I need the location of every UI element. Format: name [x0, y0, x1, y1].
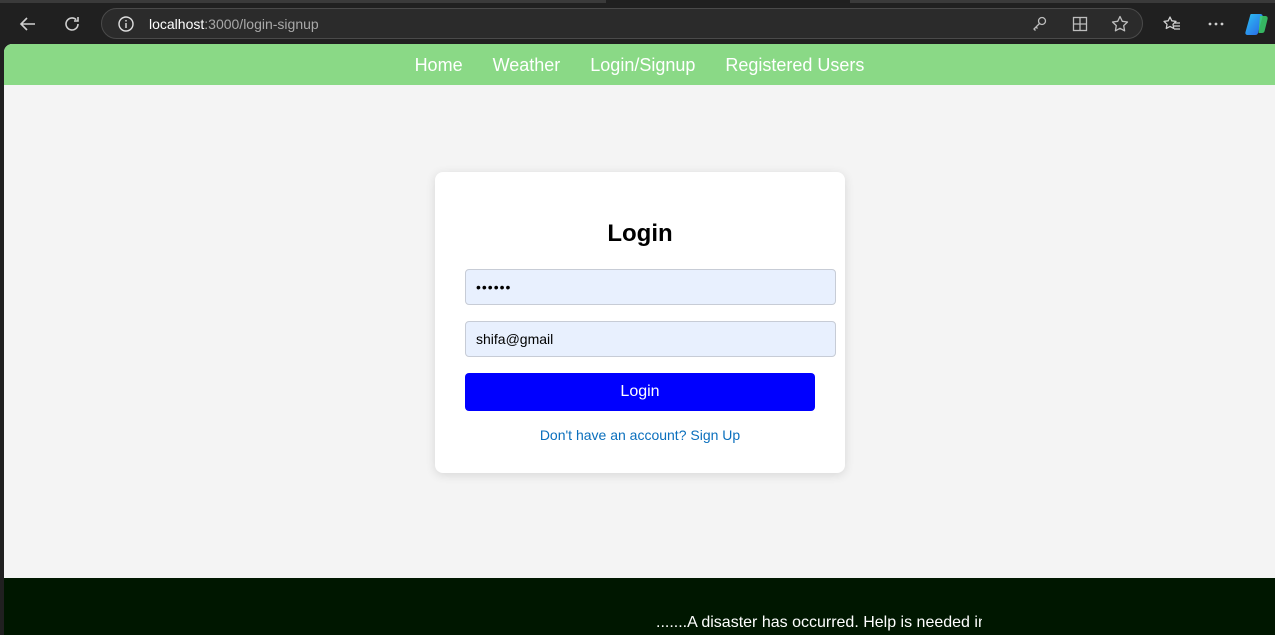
- disaster-alert-banner: .......A disaster has occurred. Help is …: [4, 578, 1275, 635]
- favorites-icon[interactable]: [1157, 9, 1187, 39]
- top-navbar: Home Weather Login/Signup Registered Use…: [4, 44, 1275, 85]
- nav-login-signup[interactable]: Login/Signup: [590, 56, 695, 74]
- alert-marquee-text: .......A disaster has occurred. Help is …: [656, 614, 982, 631]
- email-field[interactable]: [465, 321, 836, 357]
- star-icon[interactable]: [1110, 14, 1130, 34]
- url-path: :3000/login-signup: [204, 16, 319, 32]
- refresh-icon[interactable]: [57, 9, 87, 39]
- tab-strip-edge: [0, 0, 606, 3]
- password-field[interactable]: [465, 269, 836, 305]
- more-icon[interactable]: [1201, 9, 1231, 39]
- login-title: Login: [607, 220, 673, 247]
- login-button[interactable]: Login: [465, 373, 815, 411]
- url-text[interactable]: localhost:3000/login-signup: [149, 16, 319, 32]
- key-icon[interactable]: [1030, 14, 1050, 34]
- url-host: localhost: [149, 16, 205, 32]
- tab-strip-edge: [850, 0, 1275, 3]
- marquee-window: .......A disaster has occurred. Help is …: [644, 612, 982, 634]
- back-arrow-icon[interactable]: [13, 9, 43, 39]
- copilot-icon[interactable]: [1244, 12, 1270, 36]
- signup-link[interactable]: Don't have an account? Sign Up: [435, 427, 845, 443]
- page-viewport: Home Weather Login/Signup Registered Use…: [4, 44, 1275, 635]
- login-card: Login Login Don't have an account? Sign …: [435, 172, 845, 473]
- nav-registered-users[interactable]: Registered Users: [725, 56, 864, 74]
- nav-weather[interactable]: Weather: [493, 56, 561, 74]
- browser-toolbar: localhost:3000/login-signup: [0, 0, 1275, 44]
- nav-home[interactable]: Home: [415, 56, 463, 74]
- apps-icon[interactable]: [1070, 14, 1090, 34]
- info-icon[interactable]: [117, 15, 135, 33]
- address-bar[interactable]: localhost:3000/login-signup: [101, 8, 1143, 39]
